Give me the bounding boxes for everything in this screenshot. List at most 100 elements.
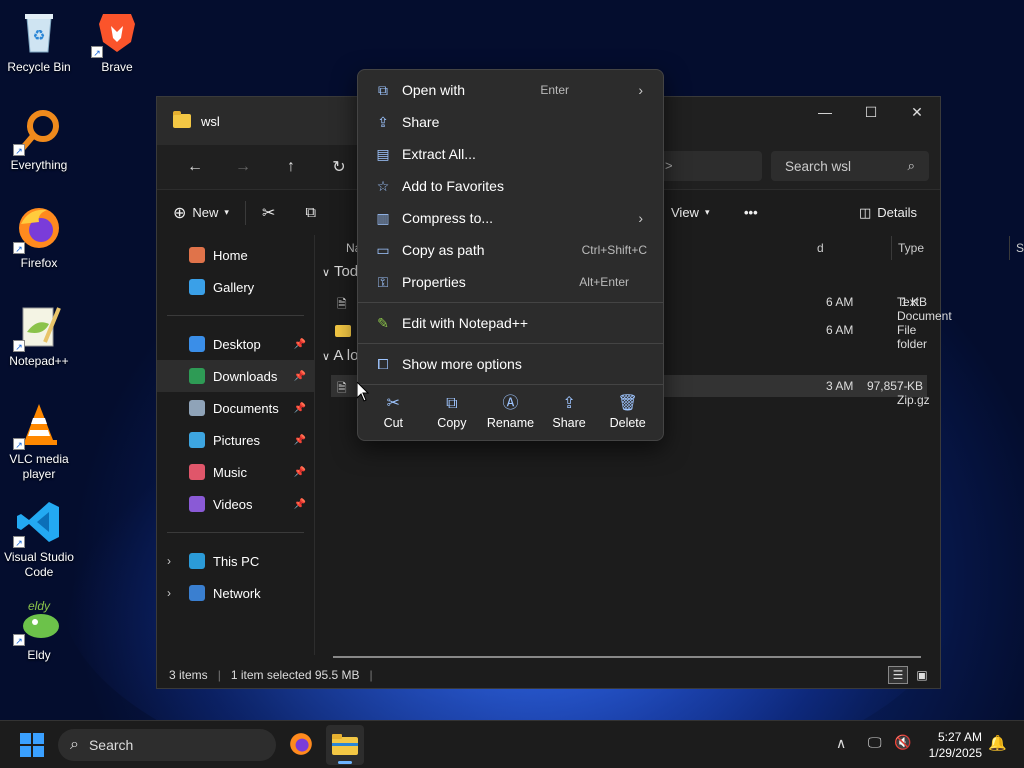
shortcut-arrow-icon: ↗ bbox=[13, 438, 25, 450]
chevron-right-icon: > bbox=[665, 158, 673, 173]
pin-icon[interactable]: 📌 bbox=[294, 467, 306, 478]
chevron-up-icon[interactable]: ∧ bbox=[836, 735, 846, 752]
divider bbox=[167, 315, 304, 316]
group-header-today[interactable]: ∨ Tod bbox=[322, 263, 358, 280]
copy-path-icon: ▭ bbox=[376, 241, 390, 258]
sidebar-item-gallery[interactable]: Gallery bbox=[157, 271, 314, 303]
vlc-icon: ↗ bbox=[13, 400, 63, 450]
back-button[interactable]: ← bbox=[171, 158, 219, 176]
new-button[interactable]: ⊕ New ▾ bbox=[173, 203, 229, 223]
start-button[interactable] bbox=[20, 733, 44, 760]
address-bar[interactable]: > bbox=[657, 151, 762, 181]
copy-icon: ⧉ bbox=[446, 395, 458, 412]
column-type[interactable]: Type bbox=[891, 236, 924, 260]
menu-item-copy-as-path[interactable]: ▭ Copy as path Ctrl+Shift+C bbox=[362, 234, 659, 266]
cut-toolbar-button[interactable]: ✂ bbox=[262, 203, 275, 223]
context-delete-button[interactable]: 🗑 Delete bbox=[598, 386, 657, 440]
chevron-right-icon: › bbox=[638, 82, 643, 98]
refresh-button[interactable]: ↻ bbox=[315, 157, 363, 177]
copy-toolbar-button[interactable]: ⧉ bbox=[305, 204, 316, 221]
taskbar-search[interactable]: ⌕ Search bbox=[58, 729, 276, 761]
sidebar-item-home[interactable]: Home bbox=[157, 239, 314, 271]
horizontal-scrollbar[interactable] bbox=[333, 656, 921, 658]
view-button[interactable]: View ▾ bbox=[671, 205, 709, 220]
this-pc-icon bbox=[189, 553, 205, 569]
taskbar-file-explorer[interactable] bbox=[326, 725, 364, 765]
sidebar-item-videos[interactable]: Videos 📌 bbox=[157, 488, 314, 520]
group-header-long-ago[interactable]: ∨ A lo bbox=[322, 347, 358, 364]
divider bbox=[167, 532, 304, 533]
desktop-icon-vlc[interactable]: ↗ VLC media player bbox=[0, 400, 78, 482]
windows-logo-icon bbox=[20, 733, 44, 757]
sidebar-item-downloads[interactable]: Downloads 📌 bbox=[157, 360, 314, 392]
menu-item-properties[interactable]: ⚿ Properties Alt+Enter bbox=[362, 266, 659, 298]
desktop-icon-notepadpp[interactable]: ↗ Notepad++ bbox=[0, 302, 78, 369]
pin-icon[interactable]: 📌 bbox=[294, 499, 306, 510]
chevron-right-icon[interactable]: › bbox=[167, 554, 171, 568]
volume-muted-icon[interactable]: 🔇 bbox=[894, 734, 911, 751]
eldy-icon: eldy ↗ bbox=[13, 596, 63, 646]
column-size[interactable]: Size bbox=[1009, 236, 1024, 260]
pin-icon[interactable]: 📌 bbox=[294, 435, 306, 446]
divider bbox=[244, 200, 246, 225]
shortcut-arrow-icon: ↗ bbox=[13, 242, 25, 254]
details-view-icon[interactable]: ☰ bbox=[888, 666, 908, 684]
menu-item-share[interactable]: ⇪ Share bbox=[362, 106, 659, 138]
details-pane-button[interactable]: ◫ Details bbox=[859, 205, 917, 221]
clock[interactable]: 5:27 AM 1/29/2025 bbox=[929, 729, 982, 761]
menu-item-add-to-favorites[interactable]: ☆ Add to Favorites bbox=[362, 170, 659, 202]
maximize-button[interactable]: ☐ bbox=[848, 97, 894, 127]
menu-item-show-more-options[interactable]: ⧠ Show more options bbox=[362, 348, 659, 380]
chevron-down-icon: ∨ bbox=[322, 267, 331, 279]
sidebar-item-desktop[interactable]: Desktop 📌 bbox=[157, 328, 314, 360]
context-cut-button[interactable]: ✂ Cut bbox=[364, 386, 423, 440]
desktop-icon-brave[interactable]: ↗ Brave bbox=[78, 8, 156, 75]
notification-bell-icon[interactable]: 🔔 bbox=[988, 734, 1007, 752]
menu-item-compress-to[interactable]: ▥ Compress to... › bbox=[362, 202, 659, 234]
search-box[interactable]: Search wsl ⌕ bbox=[771, 151, 929, 181]
sidebar-item-documents[interactable]: Documents 📌 bbox=[157, 392, 314, 424]
trash-icon: 🗑 bbox=[617, 395, 638, 412]
pin-icon[interactable]: 📌 bbox=[294, 339, 306, 350]
vscode-icon: ↗ bbox=[13, 498, 63, 548]
menu-item-open-with[interactable]: ⧉ Open with Enter › bbox=[362, 74, 659, 106]
gallery-icon bbox=[189, 279, 205, 295]
sidebar-item-network[interactable]: › Network bbox=[157, 577, 314, 609]
context-share-button[interactable]: ⇪ Share bbox=[540, 386, 599, 440]
up-button[interactable]: ↑ bbox=[267, 158, 315, 176]
desktop-icon-everything[interactable]: ↗ Everything bbox=[0, 106, 78, 173]
rename-icon: Ⓐ bbox=[502, 395, 519, 412]
more-options-button[interactable]: ••• bbox=[744, 205, 758, 220]
pin-icon[interactable]: 📌 bbox=[294, 371, 306, 382]
chevron-down-icon: ▾ bbox=[704, 207, 710, 217]
forward-button[interactable]: → bbox=[219, 158, 267, 176]
folder-icon bbox=[335, 325, 351, 337]
tiles-view-icon[interactable]: ▣ bbox=[912, 666, 932, 684]
network-status-icon[interactable]: 🖵 bbox=[868, 734, 882, 751]
firefox-icon: ↗ bbox=[13, 204, 63, 254]
menu-item-extract-all[interactable]: ▤ Extract All... bbox=[362, 138, 659, 170]
svg-text:♻: ♻ bbox=[33, 27, 46, 43]
search-icon: ⌕ bbox=[907, 158, 915, 173]
sidebar-item-pictures[interactable]: Pictures 📌 bbox=[157, 424, 314, 456]
sidebar-item-this-pc[interactable]: › This PC bbox=[157, 545, 314, 577]
context-rename-button[interactable]: Ⓐ Rename bbox=[481, 386, 540, 440]
plus-circle-icon: ⊕ bbox=[173, 204, 187, 222]
recycle-bin-icon: ♻ bbox=[15, 8, 63, 56]
tab-wsl[interactable]: wsl bbox=[157, 97, 357, 145]
context-copy-button[interactable]: ⧉ Copy bbox=[423, 386, 482, 440]
column-date[interactable]: d bbox=[817, 241, 824, 255]
desktop-icon-recycle-bin[interactable]: ♻ Recycle Bin bbox=[0, 8, 78, 75]
open-with-icon: ⧉ bbox=[378, 81, 388, 98]
sidebar-item-music[interactable]: Music 📌 bbox=[157, 456, 314, 488]
minimize-button[interactable]: — bbox=[802, 97, 848, 127]
desktop-icon-firefox[interactable]: ↗ Firefox bbox=[0, 204, 78, 271]
menu-item-edit-with-notepadpp[interactable]: ✎ Edit with Notepad++ bbox=[362, 307, 659, 339]
pin-icon[interactable]: 📌 bbox=[294, 403, 306, 414]
extract-icon: ▤ bbox=[376, 145, 390, 162]
close-button[interactable]: ✕ bbox=[894, 97, 940, 127]
desktop-icon-vscode[interactable]: ↗ Visual Studio Code bbox=[0, 498, 78, 580]
taskbar-firefox[interactable] bbox=[288, 731, 316, 759]
desktop-icon-eldy[interactable]: eldy ↗ Eldy bbox=[0, 596, 78, 663]
chevron-right-icon[interactable]: › bbox=[167, 586, 171, 600]
